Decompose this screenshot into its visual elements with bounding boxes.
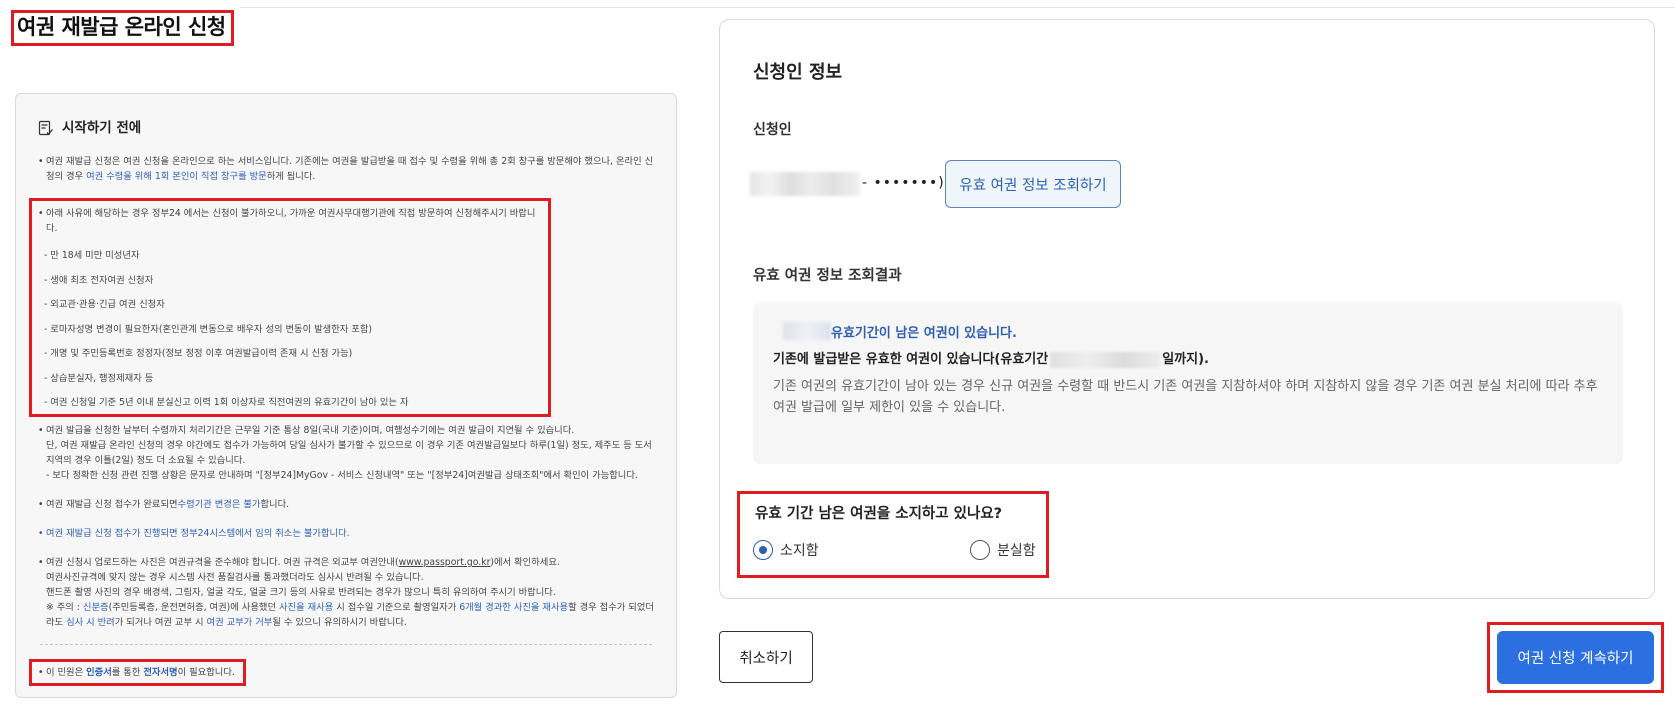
notice-certificate: 이 민원은 인증서를 통한 전자서명이 필요합니다.: [38, 665, 235, 680]
checklist-icon: [38, 120, 54, 136]
valid-passport-description: 기존 여권의 유효기간이 남아 있는 경우 신규 여권을 수령할 때 반드시 기…: [773, 379, 1598, 415]
lookup-result-title: 유효 여권 정보 조회결과: [753, 268, 902, 284]
notice-text: 이 민원은: [46, 667, 87, 678]
masked-name-small: [783, 322, 831, 340]
notice-text: 여권 재발급 신청 접수가 완료되면: [46, 499, 178, 510]
detail-text: 기존에 발급받은 유효한 여권이 있습니다(유효기간: [773, 352, 1049, 367]
notice-text: 를 통한: [111, 667, 144, 678]
masked-applicant-name: [750, 172, 860, 196]
restriction-item: - 로마자성명 변경이 필요한자(혼인관계 변동으로 배우자 성의 변동이 발생…: [44, 323, 373, 335]
notice-text: )에서 확인하세요.: [490, 557, 560, 568]
top-divider: [240, 7, 1675, 8]
notice-processing-time: 여권 발급을 신청한 날부터 수령까지 처리기간은 근무일 기준 통상 8일(국…: [38, 423, 654, 483]
valid-passport-detail: 기존에 발급받은 유효한 여권이 있습니다(유효기간 일까지).: [773, 348, 1209, 368]
radio-possess[interactable]: 소지함: [753, 540, 819, 560]
notice-highlight: 전자서명: [143, 667, 178, 678]
lookup-passport-button[interactable]: 유효 여권 정보 조회하기: [945, 160, 1121, 208]
notice-text: 하게 됩니다.: [266, 171, 316, 182]
notice-receiving-agency: 여권 재발급 신청 접수가 완료되면수령기관 변경은 불가합니다.: [38, 497, 654, 512]
valid-passport-status: 유효기간이 남은 여권이 있습니다.: [831, 326, 1017, 341]
radio-lost[interactable]: 분실함: [970, 540, 1036, 560]
before-start-panel: 시작하기 전에 여권 재발급 신청은 여권 신청을 온라인으로 하는 서비스입니…: [15, 93, 677, 698]
restriction-item: - 여권 신청일 기준 5년 이내 분실신고 이력 1회 이상자로 직전여권의 …: [44, 397, 409, 408]
masked-expiry-date: [1050, 351, 1161, 368]
cancel-button[interactable]: 취소하기: [719, 631, 813, 683]
notice-text: 여권 신청시 업로드하는 사진은 여권규격을 준수해야 합니다. 여권 규격은 …: [46, 557, 399, 568]
dashed-divider: [40, 644, 652, 645]
notice-text: - 보다 정확한 신청 관련 진행 상황은 문자로 안내하며 "[정부24]My…: [46, 470, 638, 481]
restriction-item: - 외교관·관용·긴급 여권 신청자: [44, 299, 165, 310]
notice-highlight: 심사 시 반려: [66, 617, 115, 628]
notice-online-service: 여권 재발급 신청은 여권 신청을 온라인으로 하는 서비스입니다. 기존에는 …: [38, 154, 654, 184]
notice-highlight: 여권 교부가 거부: [206, 617, 273, 628]
restriction-highlight-box: 아래 사유에 해당하는 경우 정부24 에서는 신청이 불가하오니, 가까운 여…: [29, 198, 551, 417]
cert-highlight-box: 이 민원은 인증서를 통한 전자서명이 필요합니다.: [29, 659, 246, 686]
detail-text: 일까지).: [1162, 352, 1209, 367]
notice-text: (주민등록증, 운전면허증, 여권)에 사용했던: [108, 602, 279, 613]
possession-question: 유효 기간 남은 여권을 소지하고 있나요?: [755, 506, 1003, 522]
notice-text: 단, 여권 재발급 온라인 신청의 경우 야간에도 접수가 가능하여 당일 심사…: [46, 440, 652, 466]
restriction-item: - 개명 및 주민등록번호 정정자(정보 정정 이후 여권발급이력 존재 시 신…: [44, 348, 353, 359]
passport-site-link[interactable]: www.passport.go.kr: [399, 557, 491, 568]
notice-no-cancel: 여권 재발급 신청 접수가 진행되면 정부24시스템에서 임의 취소는 불가합니…: [38, 526, 654, 541]
notice-photo-rules: 여권 신청시 업로드하는 사진은 여권규격을 준수해야 합니다. 여권 규격은 …: [38, 555, 654, 630]
notice-highlight: 수령기관 변경은 불가: [177, 499, 261, 510]
notice-text: 핸드폰 촬영 사진의 경우 배경색, 그림자, 얼굴 각도, 얼굴 크기 등의 …: [46, 587, 556, 598]
continue-application-button[interactable]: 여권 신청 계속하기: [1497, 631, 1654, 684]
radio-unselected-icon[interactable]: [970, 540, 990, 560]
notice-text: 될 수 있으니 유의하시기 바랍니다.: [272, 617, 407, 628]
radio-label: 분실함: [997, 543, 1036, 559]
restriction-item: - 상습분실자, 행정제재자 등: [44, 372, 154, 384]
radio-label: 소지함: [780, 543, 819, 559]
notice-highlight: 인증서: [86, 667, 112, 678]
applicant-label: 신청인: [753, 122, 792, 138]
lookup-result-box: 유효기간이 남은 여권이 있습니다. 기존에 발급받은 유효한 여권이 있습니다…: [753, 302, 1623, 464]
notice-text: 가 되거나 여권 교부 시: [114, 617, 207, 628]
notice-text: 여권사진규격에 맞지 않는 경우 시스템 사전 품질검사를 통과했더라도 심사시…: [46, 572, 424, 583]
continue-highlight-box: 여권 신청 계속하기: [1487, 622, 1664, 693]
radio-selected-icon[interactable]: [753, 540, 773, 560]
before-start-header: 시작하기 전에: [38, 120, 654, 136]
masked-id-number: - •••••••): [862, 175, 945, 191]
notice-highlight: 6개월 경과한 사진을 재사용: [459, 602, 569, 613]
notice-text: 이 필요합니다.: [177, 667, 235, 678]
notice-text: 합니다.: [260, 499, 290, 510]
applicant-info-title: 신청인 정보: [753, 62, 843, 83]
page-title: 여권 재발급 온라인 신청: [17, 15, 226, 39]
applicant-info-panel: 신청인 정보 신청인 - •••••••) 유효 여권 정보 조회하기 유효 여…: [719, 19, 1655, 599]
possession-question-box: 유효 기간 남은 여권을 소지하고 있나요? 소지함 분실함: [737, 491, 1049, 578]
notice-text: 여권 발급을 신청한 날부터 수령까지 처리기간은 근무일 기준 통상 8일(국…: [46, 425, 575, 436]
notice-highlight: 신분증: [82, 602, 109, 613]
restriction-item: - 생애 최초 전자여권 신청자: [44, 274, 154, 286]
restriction-intro: 아래 사유에 해당하는 경우 정부24 에서는 신청이 불가하오니, 가까운 여…: [38, 206, 544, 236]
before-start-title: 시작하기 전에: [62, 119, 142, 136]
notice-highlight: 사진을 재사용: [278, 602, 334, 613]
notice-text: ※ 주의 :: [46, 602, 83, 613]
notice-text: 시 접수일 기준으로 촬영일자가: [333, 602, 460, 613]
page-title-highlight: 여권 재발급 온라인 신청: [11, 10, 234, 46]
notice-highlight: 여권 수령을 위해 1회 본인이 직접 창구를 방문: [86, 171, 267, 182]
restriction-item: - 만 18세 미만 미성년자: [44, 250, 140, 261]
